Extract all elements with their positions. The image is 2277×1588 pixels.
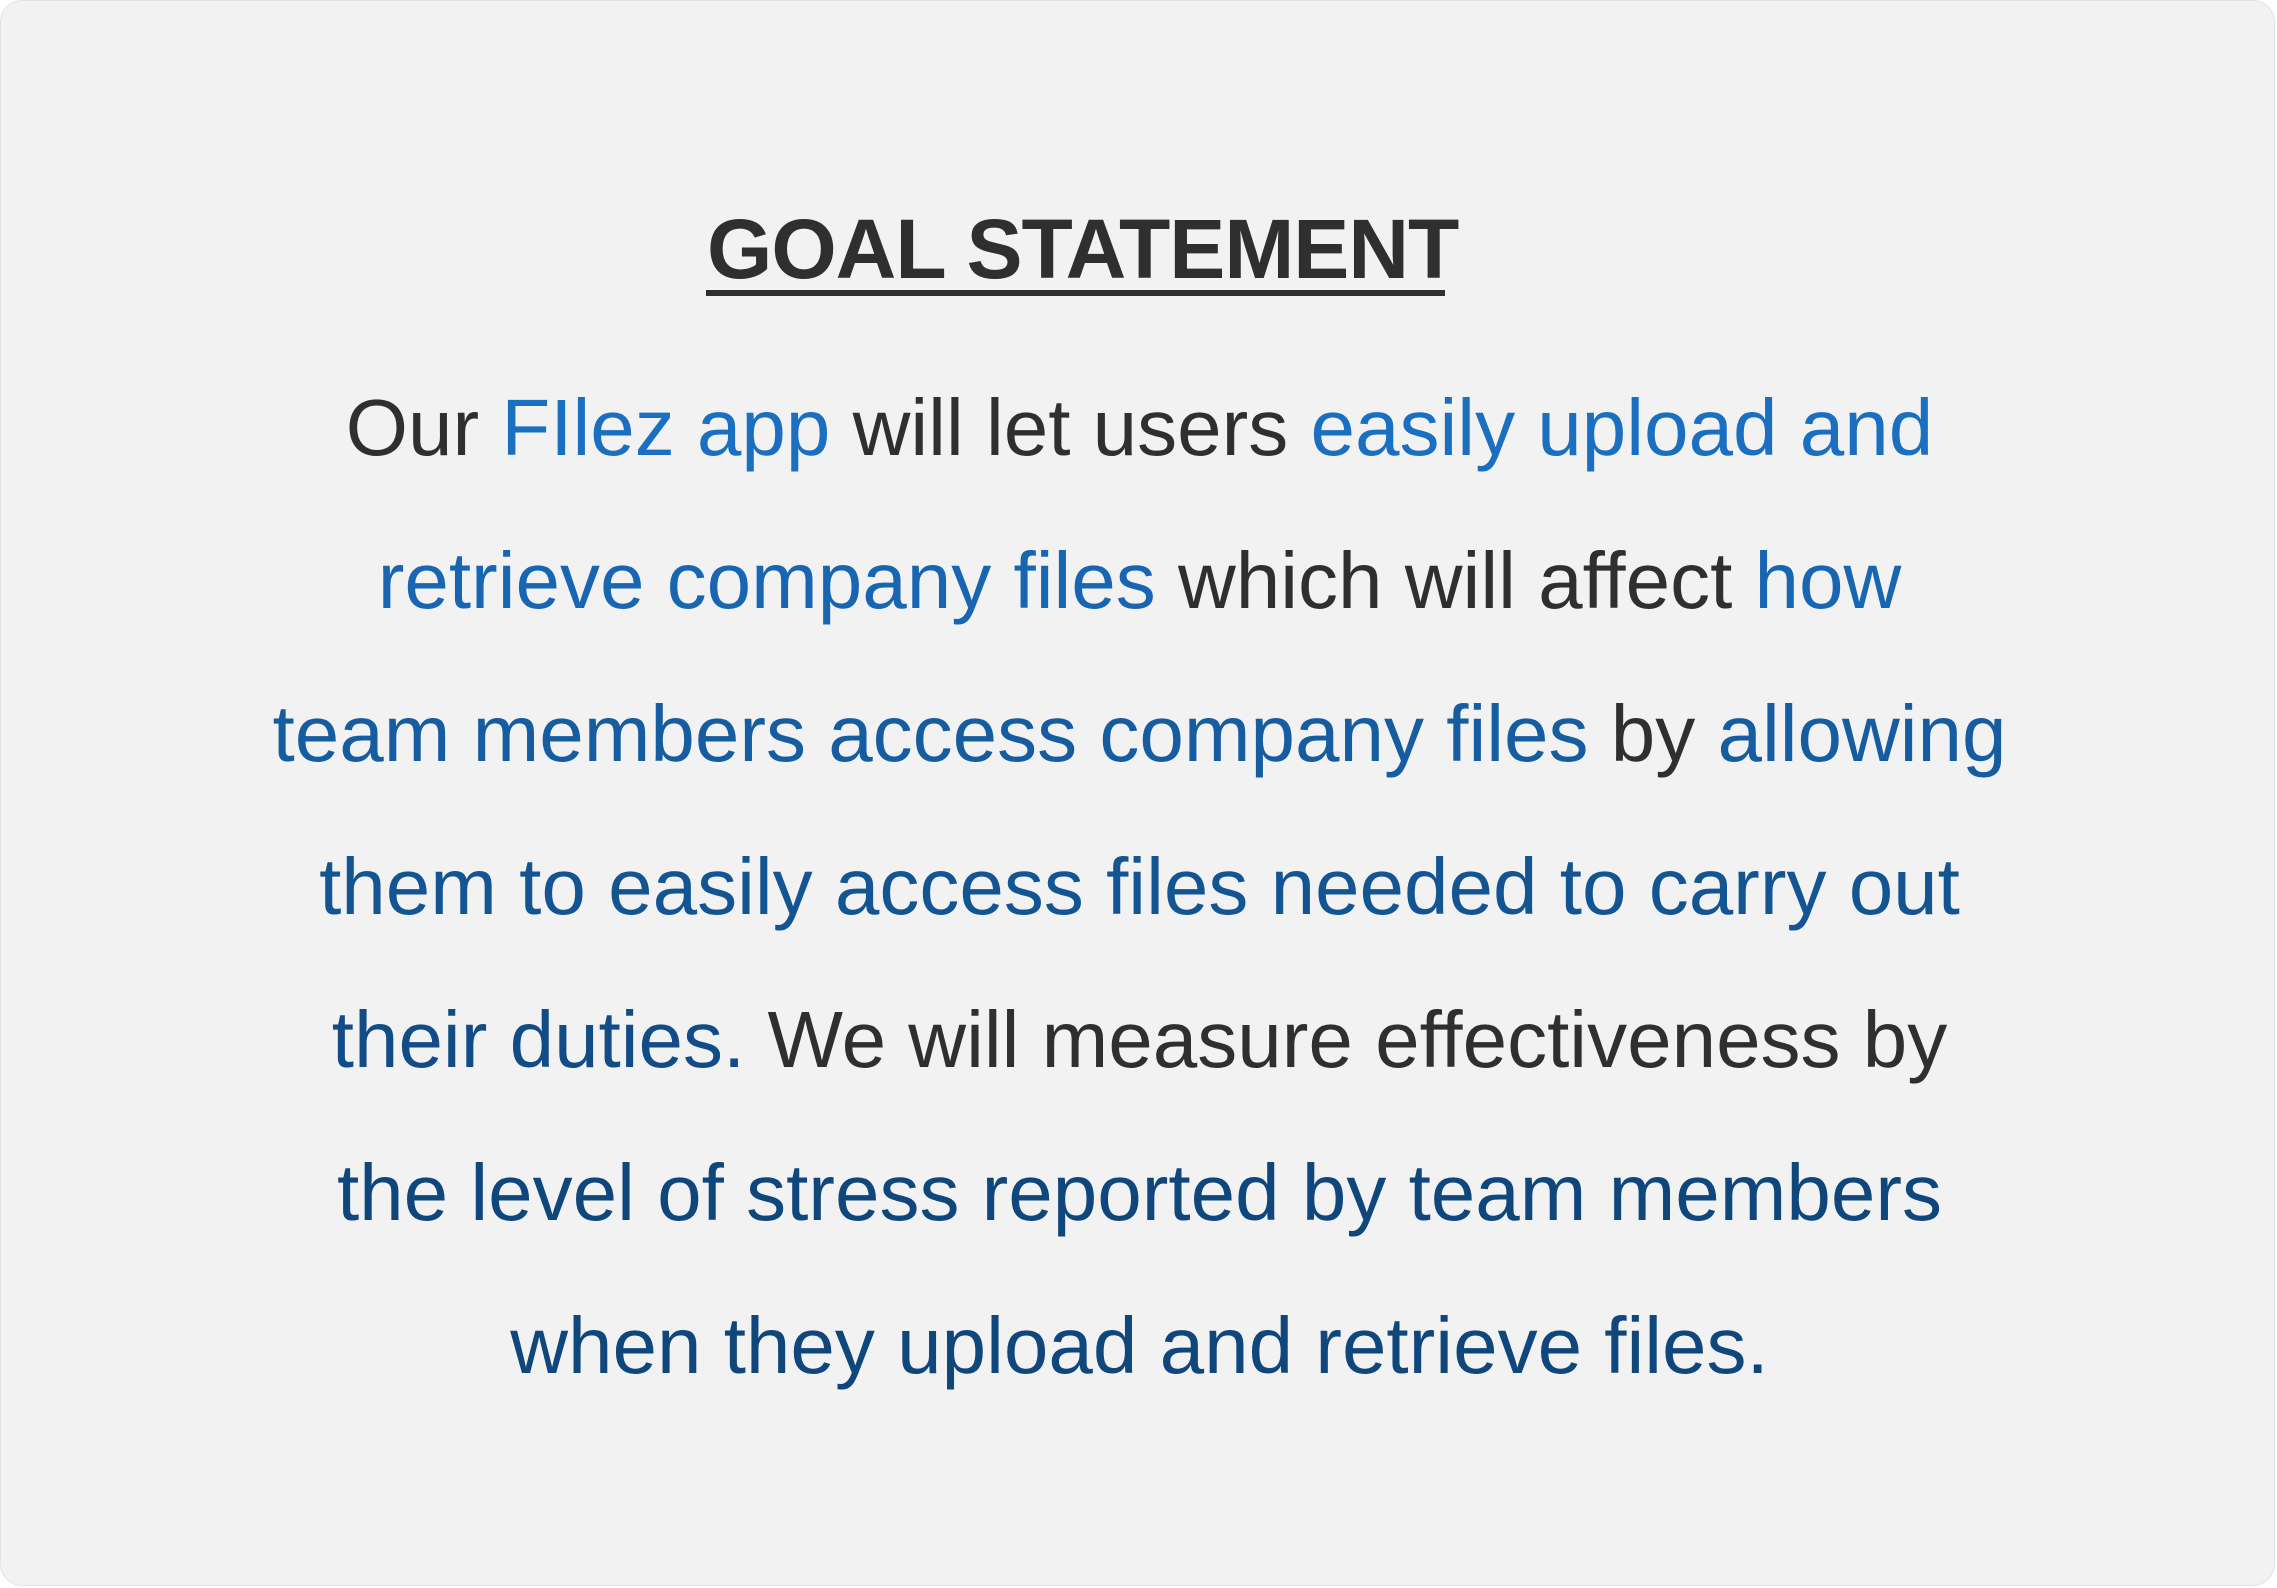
highlighted-phrase: FIlez app: [501, 383, 831, 472]
highlighted-phrase: their duties.: [331, 995, 746, 1084]
highlighted-phrase: how: [1754, 536, 1902, 625]
plain-phrase: will let users: [830, 383, 1311, 472]
statement-line: team members access company files by all…: [101, 657, 2178, 810]
statement-line: retrieve company files which will affect…: [101, 504, 2178, 657]
statement-line: Our FIlez app will let users easily uplo…: [101, 351, 2178, 504]
highlighted-phrase: when they upload and retrieve files.: [510, 1301, 1769, 1390]
highlighted-phrase: team members access company files: [272, 689, 1589, 778]
goal-statement-card: GOAL STATEMENT Our FIlez app will let us…: [0, 0, 2275, 1586]
plain-phrase: which will affect: [1155, 536, 1755, 625]
highlighted-phrase: retrieve company files: [377, 536, 1156, 625]
statement-line: the level of stress reported by team mem…: [101, 1116, 2178, 1269]
plain-phrase: Our: [345, 383, 502, 472]
highlighted-phrase: easily upload and: [1310, 383, 1934, 472]
highlighted-phrase: the level of stress reported by team mem…: [336, 1148, 1943, 1237]
highlighted-phrase: allowing: [1717, 689, 2007, 778]
goal-statement-text: Our FIlez app will let users easily uplo…: [101, 351, 2178, 1422]
title-underline: [706, 290, 1445, 296]
page-title: GOAL STATEMENT: [707, 202, 1459, 296]
statement-line: when they upload and retrieve files.: [101, 1269, 2178, 1422]
plain-phrase: We will measure effectiveness by: [745, 995, 1948, 1084]
highlighted-phrase: them to easily access files needed to ca…: [319, 842, 1960, 931]
statement-line: their duties. We will measure effectiven…: [101, 963, 2178, 1116]
plain-phrase: by: [1588, 689, 1718, 778]
statement-line: them to easily access files needed to ca…: [101, 810, 2178, 963]
